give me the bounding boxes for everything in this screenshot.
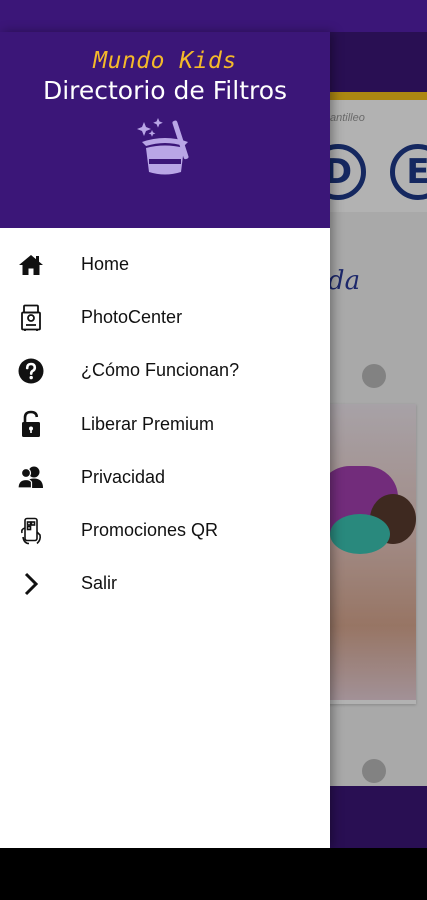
drawer-menu: Home PhotoCenter ¿Cómo Funcionan? Libera… xyxy=(0,238,330,610)
menu-item-como-funcionan[interactable]: ¿Cómo Funcionan? xyxy=(0,344,330,397)
drawer-header: Mundo Kids Directorio de Filtros xyxy=(0,32,330,228)
menu-item-label: Privacidad xyxy=(81,466,166,487)
menu-item-label: Home xyxy=(81,254,130,275)
magic-hat-icon xyxy=(137,118,189,175)
users-icon xyxy=(17,463,45,491)
home-icon xyxy=(17,251,45,279)
menu-item-label: PhotoCenter xyxy=(81,307,183,328)
menu-item-photocenter[interactable]: PhotoCenter xyxy=(0,291,330,344)
menu-item-privacidad[interactable]: Privacidad xyxy=(0,451,330,504)
help-circle-icon xyxy=(17,357,45,385)
menu-item-label: Salir xyxy=(81,573,118,594)
chevron-right-icon xyxy=(17,570,45,598)
menu-item-liberar-premium[interactable]: Liberar Premium xyxy=(0,398,330,451)
menu-item-salir[interactable]: Salir xyxy=(0,557,330,610)
photo-kiosk-icon xyxy=(17,304,45,332)
menu-item-promociones-qr[interactable]: Promociones QR xyxy=(0,504,330,557)
menu-item-label: Liberar Premium xyxy=(81,413,215,434)
app-title: Mundo Kids xyxy=(93,48,237,74)
menu-item-home[interactable]: Home xyxy=(0,238,330,291)
menu-item-label: ¿Cómo Funcionan? xyxy=(81,360,240,381)
navigation-drawer: Mundo Kids Directorio de Filtros Home Ph… xyxy=(0,32,330,848)
menu-item-label: Promociones QR xyxy=(81,520,219,541)
phone-qr-icon xyxy=(17,517,45,545)
unlock-icon xyxy=(17,410,45,438)
status-bar xyxy=(0,0,427,32)
app-subtitle: Directorio de Filtros xyxy=(42,76,288,105)
system-navigation-bar xyxy=(0,848,427,900)
